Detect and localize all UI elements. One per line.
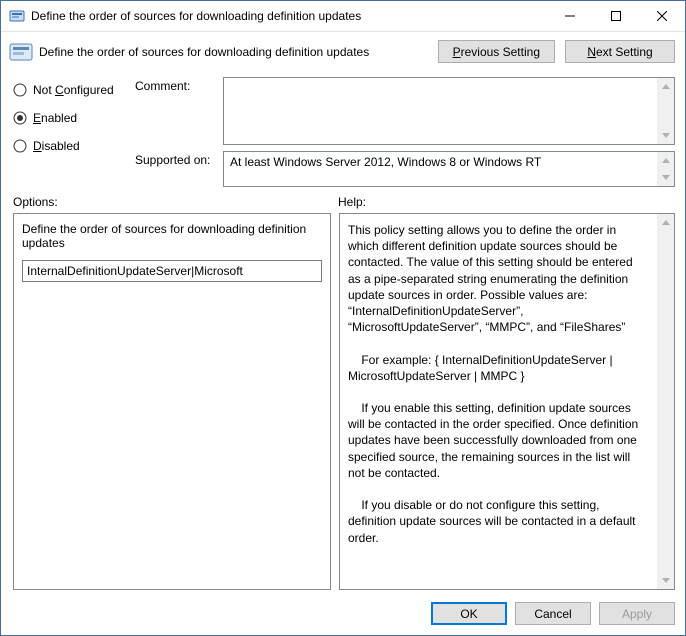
close-icon	[657, 11, 667, 21]
radio-not-configured[interactable]: Not Configured	[13, 83, 125, 97]
footer: OK Cancel Apply	[1, 590, 685, 635]
ok-button[interactable]: OK	[431, 602, 507, 625]
help-text: This policy setting allows you to define…	[348, 222, 666, 581]
options-pane: Define the order of sources for download…	[13, 213, 331, 590]
options-label: Options:	[13, 195, 338, 209]
radio-unchecked-icon	[13, 83, 27, 97]
help-pane: This policy setting allows you to define…	[339, 213, 675, 590]
comment-textarea[interactable]	[223, 77, 675, 145]
cancel-button[interactable]: Cancel	[515, 602, 591, 625]
toolbar-policy-name: Define the order of sources for download…	[39, 45, 428, 59]
scrollbar[interactable]	[657, 214, 674, 589]
app-icon	[9, 8, 25, 24]
radio-disabled[interactable]: Disabled	[13, 139, 125, 153]
policy-icon	[9, 41, 33, 63]
scroll-down-icon[interactable]	[657, 169, 674, 186]
scroll-down-icon[interactable]	[657, 127, 674, 144]
scrollbar[interactable]	[657, 78, 674, 144]
maximize-button[interactable]	[593, 1, 639, 31]
previous-setting-button[interactable]: Previous Setting	[438, 40, 555, 63]
radio-enabled[interactable]: Enabled	[13, 111, 125, 125]
scroll-down-icon[interactable]	[657, 572, 674, 589]
source-order-input[interactable]	[22, 260, 322, 282]
state-radios: Not Configured Enabled Disabled	[13, 77, 125, 187]
scroll-up-icon[interactable]	[657, 152, 674, 169]
minimize-icon	[565, 11, 575, 21]
window-title: Define the order of sources for download…	[31, 9, 547, 23]
gpo-editor-window: Define the order of sources for download…	[0, 0, 686, 636]
comment-label: Comment:	[135, 77, 217, 145]
radio-unchecked-icon	[13, 139, 27, 153]
supported-on-label: Supported on:	[135, 151, 217, 187]
supported-on-box: At least Windows Server 2012, Windows 8 …	[223, 151, 675, 187]
next-setting-button[interactable]: Next Setting	[565, 40, 675, 63]
minimize-button[interactable]	[547, 1, 593, 31]
maximize-icon	[611, 11, 621, 21]
section-labels: Options: Help:	[1, 187, 685, 213]
radio-checked-icon	[13, 111, 27, 125]
apply-button[interactable]: Apply	[599, 602, 675, 625]
scrollbar[interactable]	[657, 152, 674, 186]
titlebar: Define the order of sources for download…	[1, 1, 685, 32]
close-button[interactable]	[639, 1, 685, 31]
help-label: Help:	[338, 195, 366, 209]
config-area: Not Configured Enabled Disabled Comment:	[1, 77, 685, 187]
toolbar: Define the order of sources for download…	[1, 32, 685, 77]
panes: Define the order of sources for download…	[1, 213, 685, 590]
option-caption: Define the order of sources for download…	[22, 222, 322, 250]
scroll-up-icon[interactable]	[657, 78, 674, 95]
scroll-up-icon[interactable]	[657, 214, 674, 231]
